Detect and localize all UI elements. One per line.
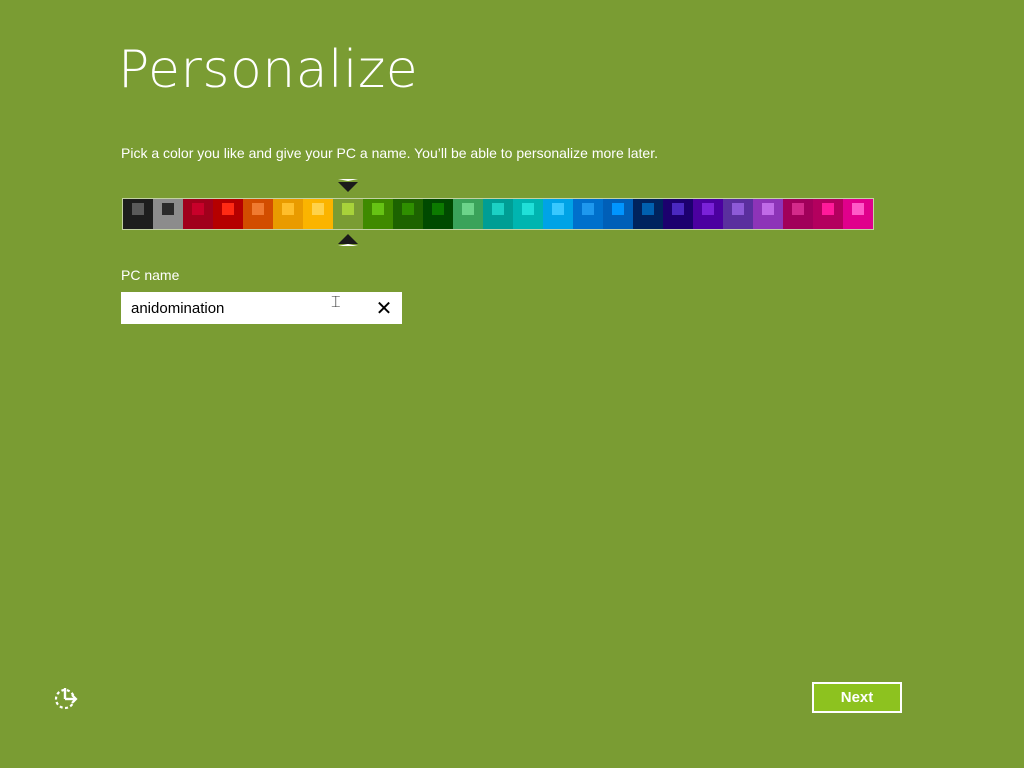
swatch-accent [552, 203, 564, 215]
color-swatch-3[interactable] [213, 199, 243, 229]
pc-name-label: PC name [121, 267, 180, 283]
pc-name-field-container: ⌶ ✕ [121, 292, 402, 324]
clear-text-button[interactable]: ✕ [372, 296, 396, 320]
swatch-accent [612, 203, 624, 215]
color-swatch-15[interactable] [573, 199, 603, 229]
swatch-accent [792, 203, 804, 215]
pc-name-input[interactable] [131, 292, 361, 324]
color-swatch-17[interactable] [633, 199, 663, 229]
color-swatch-2[interactable] [183, 199, 213, 229]
page-subtitle: Pick a color you like and give your PC a… [121, 145, 658, 161]
color-swatch-0[interactable] [123, 199, 153, 229]
swatch-accent [492, 203, 504, 215]
color-swatch-8[interactable] [363, 199, 393, 229]
swatch-accent [432, 203, 444, 215]
swatch-accent [582, 203, 594, 215]
color-swatch-5[interactable] [273, 199, 303, 229]
ease-of-access-icon[interactable] [52, 684, 80, 712]
color-swatch-9[interactable] [393, 199, 423, 229]
color-swatch-6[interactable] [303, 199, 333, 229]
color-swatch-14[interactable] [543, 199, 573, 229]
swatch-accent [522, 203, 534, 215]
color-palette [122, 198, 874, 230]
selection-arrow-up-icon [338, 234, 358, 246]
color-swatch-23[interactable] [813, 199, 843, 229]
color-swatch-4[interactable] [243, 199, 273, 229]
swatch-accent [672, 203, 684, 215]
swatch-accent [462, 203, 474, 215]
swatch-accent [822, 203, 834, 215]
swatch-accent [372, 203, 384, 215]
color-swatch-12[interactable] [483, 199, 513, 229]
swatch-accent [132, 203, 144, 215]
color-swatch-7[interactable] [333, 199, 363, 229]
swatch-accent [702, 203, 714, 215]
selection-arrow-down-icon [338, 179, 358, 192]
color-swatch-19[interactable] [693, 199, 723, 229]
swatch-accent [222, 203, 234, 215]
color-swatch-22[interactable] [783, 199, 813, 229]
color-swatch-11[interactable] [453, 199, 483, 229]
color-swatch-13[interactable] [513, 199, 543, 229]
color-swatch-24[interactable] [843, 199, 873, 229]
text-cursor-icon: ⌶ [331, 292, 341, 311]
color-swatch-1[interactable] [153, 199, 183, 229]
swatch-accent [342, 203, 354, 215]
swatch-accent [312, 203, 324, 215]
page-title: Personalize [118, 40, 419, 100]
swatch-accent [402, 203, 414, 215]
swatch-accent [762, 203, 774, 215]
color-swatch-18[interactable] [663, 199, 693, 229]
swatch-accent [852, 203, 864, 215]
color-swatch-16[interactable] [603, 199, 633, 229]
swatch-accent [282, 203, 294, 215]
swatch-accent [252, 203, 264, 215]
color-swatch-10[interactable] [423, 199, 453, 229]
swatch-accent [732, 203, 744, 215]
next-button[interactable]: Next [812, 682, 902, 713]
color-swatch-21[interactable] [753, 199, 783, 229]
color-swatch-20[interactable] [723, 199, 753, 229]
setup-screen: Personalize Pick a color you like and gi… [0, 0, 1024, 768]
swatch-accent [192, 203, 204, 215]
swatch-accent [642, 203, 654, 215]
swatch-accent [162, 203, 174, 215]
